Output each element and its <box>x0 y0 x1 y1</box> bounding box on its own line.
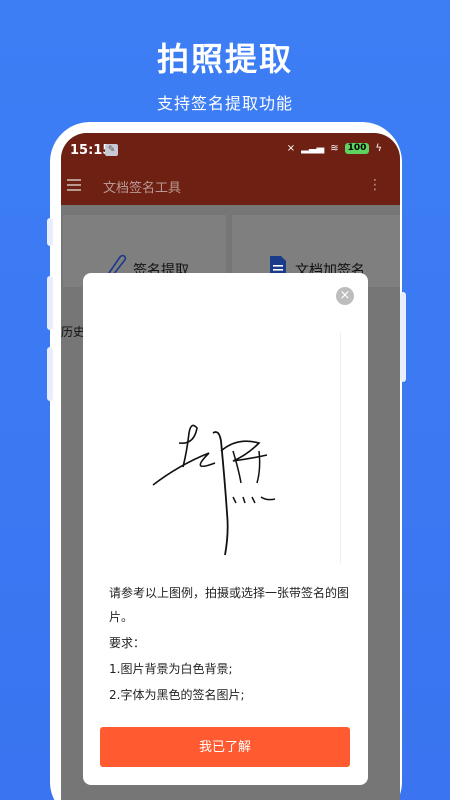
signature-sample-graphic <box>152 424 276 556</box>
sample-signature-image <box>109 333 341 563</box>
wrench-icon: ✎ <box>105 144 118 156</box>
status-bar: 15:15 ✎ ⨯ ▂▃▄ ≋ 100 ϟ <box>61 133 400 167</box>
instructions: 请参考以上图例，拍摄或选择一张带签名的图片。 要求： 1.图片背景为白色背景; … <box>109 581 349 709</box>
wifi-icon: ≋ <box>330 143 339 154</box>
signature-guide-dialog: × 请参考以上图例，拍摄或选择一张带签名的图片。 要求： 1.图片背景为白色背景… <box>83 273 368 785</box>
promo-title: 拍照提取 <box>156 40 293 78</box>
history-label: 历史 <box>61 325 86 339</box>
instruction-text: 请参考以上图例，拍摄或选择一张带签名的图片。 <box>109 586 350 624</box>
requirements-title: 要求： <box>109 636 146 650</box>
requirement-item: 1.图片背景为白色背景; <box>109 662 233 676</box>
battery-icon: 100 <box>344 143 370 154</box>
app-title: 文档签名工具 <box>103 181 182 196</box>
close-icon[interactable]: × <box>336 287 354 305</box>
status-icons: ⨯ ▂▃▄ ≋ 100 ϟ <box>287 143 382 154</box>
signal-icon: ▂▃▄ <box>301 143 325 154</box>
promo-subtitle: 支持签名提取功能 <box>156 94 293 113</box>
more-options-icon[interactable]: ⋮ <box>368 177 382 193</box>
charging-icon: ϟ <box>375 143 382 154</box>
menu-icon[interactable] <box>67 179 81 191</box>
phone-side-button <box>47 276 53 330</box>
confirm-button[interactable]: 我已了解 <box>100 727 350 767</box>
phone-side-button <box>400 292 406 382</box>
vibrate-icon: ⨯ <box>286 143 296 154</box>
phone-side-button <box>47 218 53 246</box>
app-bar: 文档签名工具 ⋮ <box>61 167 400 205</box>
phone-side-button <box>47 347 53 401</box>
requirement-item: 2.字体为黑色的签名图片; <box>109 688 245 702</box>
